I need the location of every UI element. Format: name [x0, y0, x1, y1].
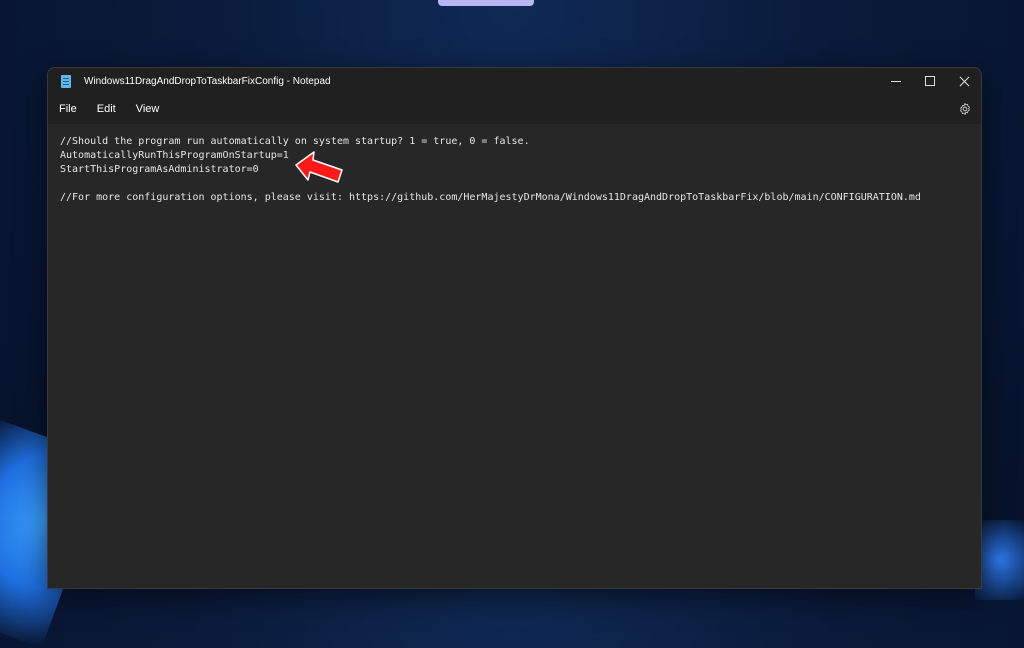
window-title: Windows11DragAndDropToTaskbarFixConfig -… [84, 75, 331, 87]
menu-edit[interactable]: Edit [87, 103, 126, 115]
menu-bar: File Edit View [48, 94, 981, 124]
title-bar[interactable]: Windows11DragAndDropToTaskbarFixConfig -… [48, 68, 981, 94]
menu-file[interactable]: File [49, 103, 87, 115]
notepad-icon [61, 74, 71, 88]
taskbar-widget-pill[interactable] [438, 0, 534, 6]
text-editor[interactable]: //Should the program run automatically o… [48, 124, 981, 588]
editor-line: StartThisProgramAsAdministrator=0 [60, 164, 259, 175]
editor-line: AutomaticallyRunThisProgramOnStartup=1 [60, 150, 289, 161]
minimize-icon [891, 80, 901, 82]
red-arrow-icon [295, 151, 343, 183]
maximize-icon [925, 76, 935, 86]
minimize-button[interactable] [879, 68, 913, 94]
settings-button[interactable] [957, 101, 973, 117]
window-controls [879, 68, 981, 94]
notepad-window: Windows11DragAndDropToTaskbarFixConfig -… [47, 67, 982, 589]
wallpaper-bloom-right [975, 520, 1024, 600]
close-button[interactable] [947, 68, 981, 94]
menu-view[interactable]: View [126, 103, 170, 115]
editor-line: //Should the program run automatically o… [60, 136, 530, 147]
maximize-button[interactable] [913, 68, 947, 94]
editor-line: //For more configuration options, please… [60, 192, 921, 203]
gear-icon [960, 103, 970, 115]
close-icon [959, 76, 970, 87]
